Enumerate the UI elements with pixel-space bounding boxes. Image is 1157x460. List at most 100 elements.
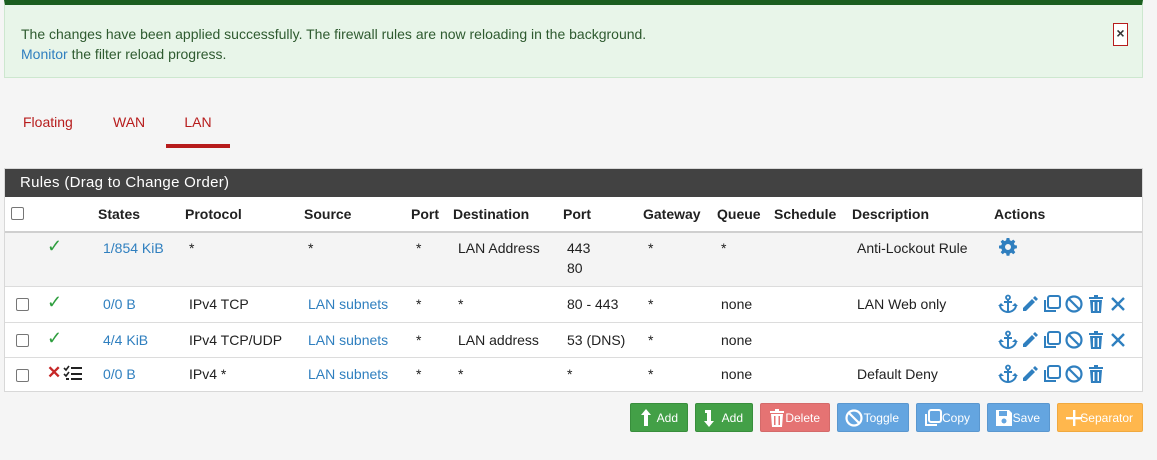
col-schedule[interactable]: Schedule bbox=[774, 206, 836, 222]
pencil-icon[interactable] bbox=[1020, 364, 1040, 384]
close-alert-button[interactable]: × bbox=[1113, 23, 1128, 46]
queue: none bbox=[721, 296, 753, 312]
table-row[interactable]: ✓ 0/0 B IPv4 TCP LAN subnets * * 80 - 44… bbox=[5, 287, 1142, 323]
col-gateway[interactable]: Gateway bbox=[643, 206, 701, 222]
save-button[interactable]: Save bbox=[987, 403, 1050, 432]
table-row[interactable]: ✓ 1/854 KiB * * * LAN Address 443 80 * *… bbox=[5, 233, 1142, 287]
row-actions bbox=[998, 330, 1128, 350]
source-link[interactable]: LAN subnets bbox=[308, 296, 388, 312]
destination: LAN Address bbox=[458, 240, 540, 256]
log-list-icon bbox=[63, 364, 83, 385]
destination: * bbox=[458, 296, 464, 312]
separator-button[interactable]: Separator bbox=[1057, 403, 1143, 432]
delete-button[interactable]: Delete bbox=[760, 403, 830, 432]
pencil-icon[interactable] bbox=[1020, 294, 1040, 314]
anchor-icon[interactable] bbox=[998, 330, 1018, 350]
pencil-icon[interactable] bbox=[1020, 330, 1040, 350]
trash-icon[interactable] bbox=[1086, 330, 1106, 350]
toggle-button[interactable]: Toggle bbox=[837, 403, 909, 432]
copy-button[interactable]: Copy bbox=[916, 403, 980, 432]
row-checkbox[interactable] bbox=[16, 334, 29, 347]
queue: none bbox=[721, 332, 753, 348]
alert-line1: The changes have been applied successful… bbox=[21, 26, 647, 42]
protocol: IPv4 * bbox=[189, 366, 227, 382]
copy-icon[interactable] bbox=[1042, 330, 1062, 350]
states-link[interactable]: 0/0 B bbox=[103, 366, 136, 382]
col-description[interactable]: Description bbox=[852, 206, 929, 222]
source-link[interactable]: LAN subnets bbox=[308, 366, 388, 382]
tab-lan[interactable]: LAN bbox=[166, 104, 230, 148]
table-row[interactable]: ✓ 4/4 KiB IPv4 TCP/UDP LAN subnets * LAN… bbox=[5, 323, 1142, 358]
dest-port: 80 - 443 bbox=[567, 296, 619, 312]
col-protocol[interactable]: Protocol bbox=[185, 206, 242, 222]
queue: none bbox=[721, 366, 753, 382]
success-alert: The changes have been applied successful… bbox=[4, 0, 1143, 78]
trash-icon[interactable] bbox=[1086, 294, 1106, 314]
monitor-link[interactable]: Monitor bbox=[21, 46, 68, 62]
row-checkbox[interactable] bbox=[16, 298, 29, 311]
protocol: IPv4 TCP/UDP bbox=[189, 332, 283, 348]
col-port[interactable]: Port bbox=[411, 206, 439, 222]
port: * bbox=[416, 240, 422, 256]
table-header: States Protocol Source Port Destination … bbox=[5, 197, 1142, 233]
port: * bbox=[416, 296, 422, 312]
ban-icon bbox=[845, 409, 863, 427]
arrow-up-turn-icon bbox=[641, 409, 651, 426]
col-source[interactable]: Source bbox=[304, 206, 351, 222]
block-icon[interactable] bbox=[1064, 364, 1084, 384]
row-checkbox[interactable] bbox=[16, 369, 29, 382]
block-icon[interactable] bbox=[1064, 330, 1084, 350]
col-dest-port[interactable]: Port bbox=[563, 206, 591, 222]
pass-check-icon: ✓ bbox=[47, 292, 63, 312]
port: * bbox=[416, 366, 422, 382]
row-actions bbox=[998, 364, 1106, 384]
port: * bbox=[416, 332, 422, 348]
description: Default Deny bbox=[857, 366, 938, 382]
select-all-checkbox[interactable] bbox=[11, 207, 24, 220]
panel-title: Rules (Drag to Change Order) bbox=[5, 169, 1142, 197]
trash-icon[interactable] bbox=[1086, 364, 1106, 384]
add-bottom-button[interactable]: Add bbox=[695, 403, 753, 432]
anchor-icon[interactable] bbox=[998, 364, 1018, 384]
states-link[interactable]: 4/4 KiB bbox=[103, 332, 148, 348]
dest-port: 443 bbox=[567, 240, 591, 256]
source: * bbox=[308, 240, 314, 256]
dest-port: * bbox=[567, 366, 573, 382]
destination: * bbox=[458, 366, 464, 382]
floppy-icon bbox=[996, 410, 1012, 426]
pass-check-icon: ✓ bbox=[47, 328, 63, 348]
source-link[interactable]: LAN subnets bbox=[308, 332, 388, 348]
copy-icon[interactable] bbox=[1042, 294, 1062, 314]
col-queue[interactable]: Queue bbox=[717, 206, 761, 222]
row-actions bbox=[998, 294, 1128, 314]
trash-icon bbox=[770, 409, 784, 427]
table-row[interactable]: ✕ 0/0 B IPv4 * LAN subnets * * * * none … bbox=[5, 358, 1142, 392]
states-link[interactable]: 1/854 KiB bbox=[103, 240, 164, 256]
gateway: * bbox=[648, 296, 654, 312]
tab-floating[interactable]: Floating bbox=[23, 104, 73, 144]
gateway: * bbox=[648, 240, 654, 256]
gateway: * bbox=[648, 366, 654, 382]
arrow-down-turn-icon bbox=[704, 410, 714, 427]
copy-icon bbox=[925, 409, 942, 426]
destination: LAN address bbox=[458, 332, 539, 348]
close-icon[interactable] bbox=[1108, 294, 1128, 314]
dest-port: 53 (DNS) bbox=[567, 332, 626, 348]
alert-line2: the filter reload progress. bbox=[67, 46, 227, 62]
block-icon[interactable] bbox=[1064, 294, 1084, 314]
gear-icon[interactable] bbox=[998, 237, 1018, 257]
dest-port-2: 80 bbox=[567, 260, 583, 276]
col-destination[interactable]: Destination bbox=[453, 206, 529, 222]
anchor-icon[interactable] bbox=[998, 294, 1018, 314]
add-top-button[interactable]: Add bbox=[630, 403, 688, 432]
col-states[interactable]: States bbox=[98, 206, 140, 222]
pass-check-icon: ✓ bbox=[47, 236, 63, 256]
col-actions: Actions bbox=[994, 206, 1046, 222]
gateway: * bbox=[648, 332, 654, 348]
protocol: * bbox=[189, 240, 195, 256]
close-icon[interactable] bbox=[1108, 330, 1128, 350]
description: Anti-Lockout Rule bbox=[857, 240, 968, 256]
copy-icon[interactable] bbox=[1042, 364, 1062, 384]
tab-wan[interactable]: WAN bbox=[113, 104, 145, 144]
states-link[interactable]: 0/0 B bbox=[103, 296, 136, 312]
